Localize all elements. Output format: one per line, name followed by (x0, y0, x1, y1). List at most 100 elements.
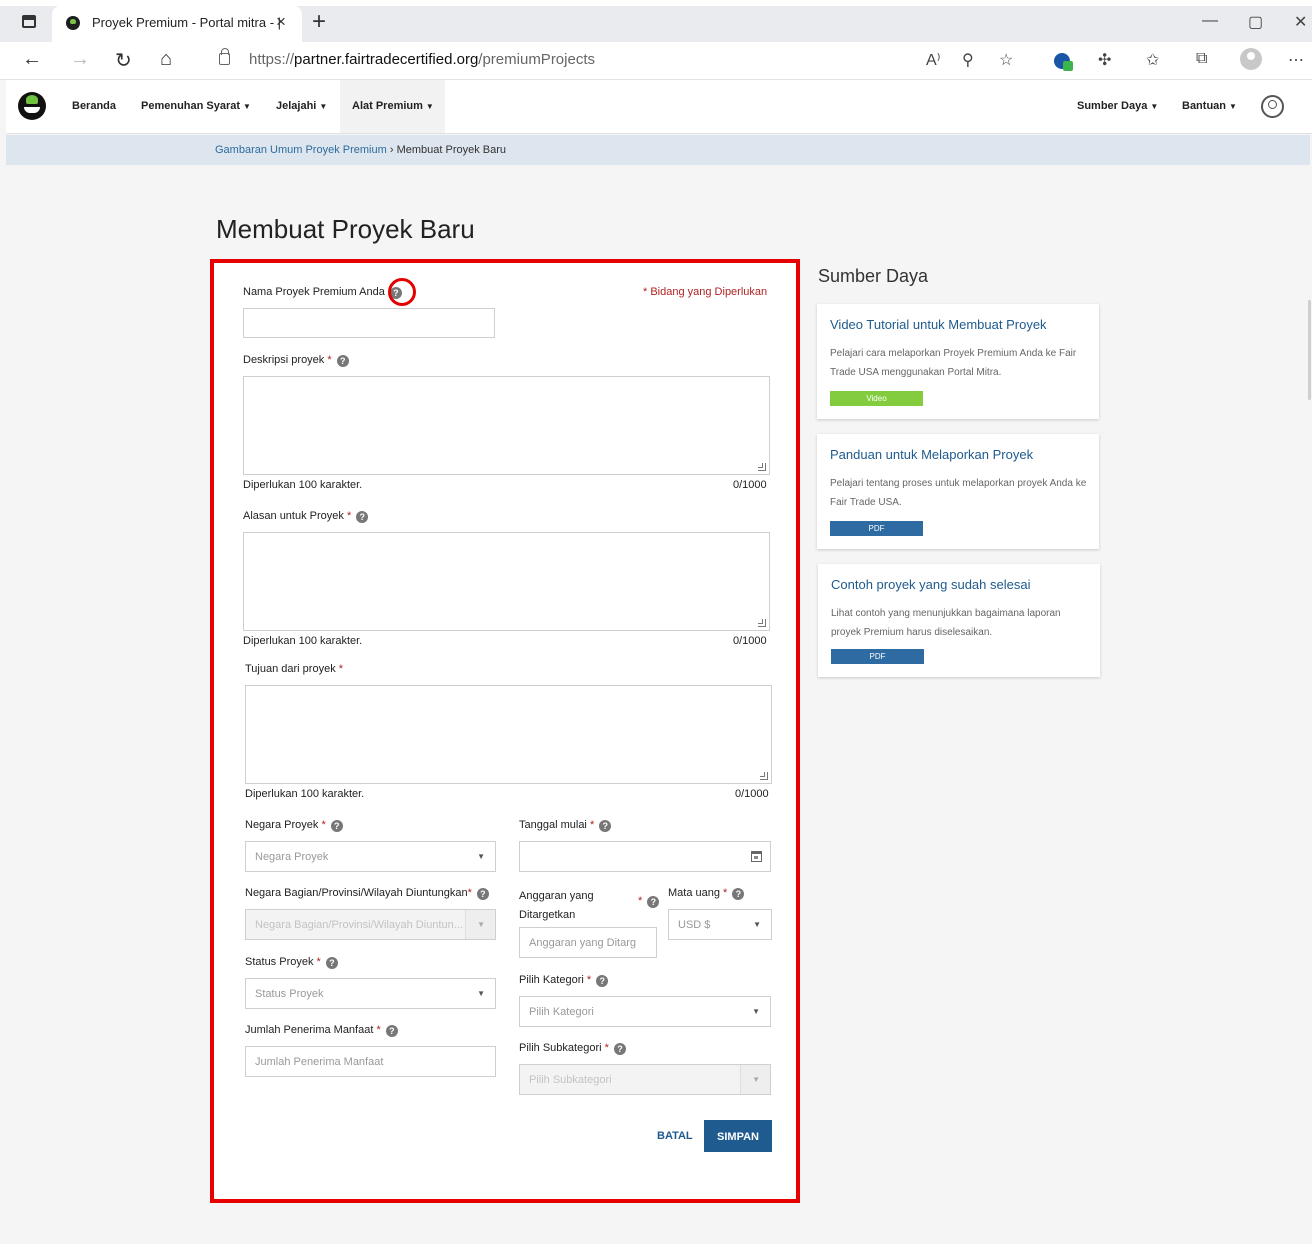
tab-actions-icon[interactable] (22, 15, 36, 28)
extension-icon[interactable] (1054, 50, 1076, 72)
budget-input[interactable] (519, 927, 657, 958)
save-button[interactable]: SIMPAN (704, 1120, 772, 1152)
help-icon[interactable]: ? (613, 1043, 626, 1055)
help-icon[interactable]: ? (476, 888, 489, 900)
reason-textarea[interactable] (243, 532, 770, 631)
help-icon[interactable]: ? (596, 975, 609, 987)
cancel-button[interactable]: BATAL (650, 1120, 700, 1152)
subcategory-select[interactable]: Pilih Subkategori ▼ (519, 1064, 771, 1095)
resource-title-link[interactable]: Video Tutorial untuk Membuat Proyek (830, 317, 1047, 332)
extensions-icon[interactable]: ✣ (1098, 50, 1111, 70)
maximize-icon[interactable]: ▢ (1248, 12, 1263, 32)
description-hint: Diperlukan 100 karakter. (243, 479, 363, 491)
goal-label: Tujuan dari proyek * (245, 663, 344, 675)
resource-title-link[interactable]: Contoh proyek yang sudah selesai (831, 577, 1030, 592)
resource-description: Pelajari cara melaporkan Proyek Premium … (830, 348, 1077, 378)
status-select[interactable]: Status Proyek ▼ (245, 978, 496, 1009)
budget-label: Anggaran yang Ditargetkan (519, 890, 594, 921)
url-field[interactable]: https://partner.fairtradecertified.org/p… (249, 51, 595, 68)
help-icon[interactable]: ? (732, 888, 745, 900)
description-label: Deskripsi proyek * ? (243, 354, 349, 367)
fairtrade-logo-icon[interactable] (18, 92, 46, 120)
nav-item-sumber-daya[interactable]: Sumber Daya ▼ (1069, 80, 1166, 133)
chevron-down-icon: ▼ (752, 1007, 760, 1016)
goal-counter: 0/1000 (735, 788, 769, 800)
profile-avatar-icon[interactable] (1240, 48, 1262, 70)
more-icon[interactable]: ⋯ (1288, 50, 1304, 70)
budget-required-mark: * ? (638, 895, 660, 908)
address-bar: ← → ↻ ⌂ https://partner.fairtradecertifi… (0, 42, 1312, 80)
site-favicon-icon (66, 16, 80, 30)
resize-handle-icon[interactable] (758, 619, 766, 627)
favorites-icon[interactable]: ✩ (1146, 50, 1159, 70)
reason-hint: Diperlukan 100 karakter. (243, 635, 363, 647)
beneficiaries-input[interactable] (245, 1046, 496, 1077)
help-icon[interactable]: ? (336, 355, 349, 367)
page-scrollbar[interactable] (1308, 300, 1311, 400)
nav-item-alat-premium[interactable]: Alat Premium ▼ (340, 80, 445, 133)
chevron-down-icon: ▼ (753, 920, 761, 929)
new-tab-icon[interactable]: + (312, 8, 326, 36)
help-icon[interactable]: ? (356, 511, 369, 523)
start-date-input[interactable] (519, 841, 771, 872)
description-textarea[interactable] (243, 376, 770, 475)
breadcrumb-link-overview[interactable]: Gambaran Umum Proyek Premium (215, 144, 387, 156)
chevron-down-icon: ▼ (477, 920, 485, 929)
page-title: Membuat Proyek Baru (216, 214, 475, 244)
resource-title-link[interactable]: Panduan untuk Melaporkan Proyek (830, 447, 1033, 462)
beneficiaries-label: Jumlah Penerima Manfaat * ? (245, 1024, 398, 1037)
close-window-icon[interactable]: ✕ (1294, 12, 1307, 32)
pdf-tag-button[interactable]: PDF (831, 649, 924, 664)
pdf-tag-button[interactable]: PDF (830, 521, 923, 536)
calendar-icon[interactable] (751, 851, 762, 862)
help-icon[interactable]: ? (599, 820, 612, 832)
favorite-add-icon[interactable]: ☆ (999, 50, 1013, 70)
help-icon-highlight (388, 278, 416, 306)
goal-hint: Diperlukan 100 karakter. (245, 788, 365, 800)
resource-card-video: Video Tutorial untuk Membuat Proyek Pela… (817, 304, 1099, 419)
help-icon[interactable]: ? (385, 1025, 398, 1037)
nav-item-beranda[interactable]: Beranda (64, 80, 124, 133)
tab-close-icon[interactable]: × (276, 12, 286, 32)
read-aloud-icon[interactable]: A⁾ (926, 50, 941, 70)
resource-description: Lihat contoh yang menunjukkan bagaimana … (831, 608, 1061, 638)
browser-tab[interactable]: Proyek Premium - Portal mitra - | × (52, 6, 302, 42)
site-navbar: Beranda Pemenuhan Syarat ▼ Jelajahi ▼ Alat… (6, 80, 1312, 134)
resource-description: Pelajari tentang proses untuk melaporkan… (830, 478, 1087, 508)
nav-item-jelajahi[interactable]: Jelajahi ▼ (268, 80, 335, 133)
forward-icon[interactable]: → (70, 48, 90, 71)
help-icon[interactable]: ? (325, 957, 338, 969)
home-icon[interactable]: ⌂ (160, 48, 172, 71)
reason-label: Alasan untuk Proyek * ? (243, 510, 369, 523)
help-icon[interactable]: ? (647, 896, 660, 908)
lock-icon[interactable] (219, 48, 230, 65)
breadcrumb: Gambaran Umum Proyek Premium › Membuat P… (215, 144, 506, 156)
nav-item-pemenuhan-syarat[interactable]: Pemenuhan Syarat ▼ (133, 80, 259, 133)
goal-textarea[interactable] (245, 685, 772, 784)
help-icon[interactable]: ? (330, 820, 343, 832)
minimize-icon[interactable]: — (1202, 12, 1218, 30)
chevron-down-icon: ▼ (477, 989, 485, 998)
collections-icon[interactable]: ⧉ (1196, 50, 1207, 68)
video-tag-button[interactable]: Video (830, 391, 923, 406)
resize-handle-icon[interactable] (760, 772, 768, 780)
nav-item-bantuan[interactable]: Bantuan ▼ (1174, 80, 1245, 133)
resources-heading: Sumber Daya (818, 266, 929, 286)
currency-select[interactable]: USD $ ▼ (668, 909, 772, 940)
region-select[interactable]: Negara Bagian/Provinsi/Wilayah Diuntun..… (245, 909, 496, 940)
country-select[interactable]: Negara Proyek ▼ (245, 841, 496, 872)
chevron-down-icon: ▼ (477, 852, 485, 861)
back-icon[interactable]: ← (22, 48, 42, 71)
caret-down-icon: ▼ (1229, 102, 1237, 111)
resize-handle-icon[interactable] (758, 463, 766, 471)
project-name-label: Nama Proyek Premium Anda ? (243, 286, 402, 299)
category-select[interactable]: Pilih Kategori ▼ (519, 996, 771, 1027)
refresh-icon[interactable]: ↻ (115, 48, 132, 73)
project-name-input[interactable] (243, 308, 495, 338)
user-account-icon[interactable] (1261, 95, 1284, 118)
chevron-down-icon: ▼ (752, 1075, 760, 1084)
zoom-icon[interactable]: ⚲ (962, 50, 974, 70)
resource-card-guide: Panduan untuk Melaporkan Proyek Pelajari… (817, 434, 1099, 549)
reason-counter: 0/1000 (733, 635, 767, 647)
region-label: Negara Bagian/Provinsi/Wilayah Diuntungk… (245, 887, 489, 900)
